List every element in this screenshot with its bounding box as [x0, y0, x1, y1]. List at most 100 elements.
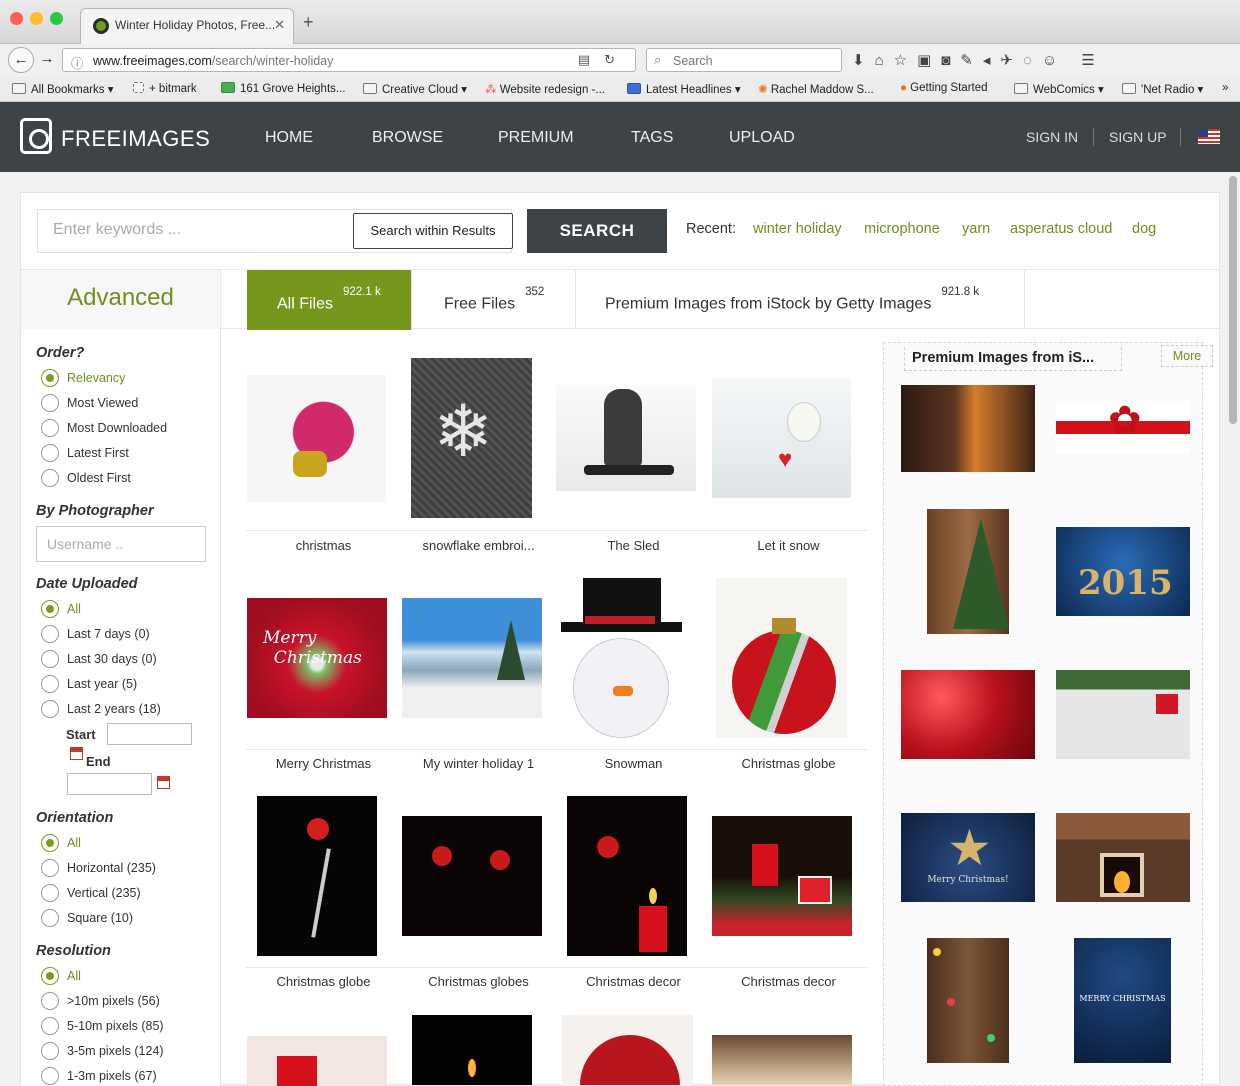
- browser-search-input[interactable]: ⌕ Search: [646, 48, 842, 72]
- result-photo[interactable]: [247, 1036, 387, 1086]
- radio-icon[interactable]: [41, 394, 59, 412]
- nav-home[interactable]: HOME: [265, 129, 313, 147]
- calendar-icon[interactable]: [70, 747, 83, 760]
- recent-search-link[interactable]: asperatus cloud: [1010, 221, 1112, 237]
- result-photo[interactable]: [562, 1015, 693, 1085]
- result-title[interactable]: Merry Christmas: [246, 756, 401, 771]
- radio-icon[interactable]: [41, 600, 59, 618]
- date-option[interactable]: All: [41, 600, 81, 618]
- bookmarks-overflow-icon[interactable]: »: [1222, 82, 1228, 94]
- recent-search-link[interactable]: winter holiday: [753, 221, 842, 237]
- nav-browse[interactable]: BROWSE: [372, 129, 443, 147]
- url-bar[interactable]: ⓘ www.freeimages.com/search/winter-holid…: [62, 48, 636, 72]
- orientation-option[interactable]: Square (10): [41, 909, 133, 927]
- radio-icon[interactable]: [41, 625, 59, 643]
- info-icon[interactable]: ⓘ: [71, 53, 84, 72]
- result-photo[interactable]: [561, 578, 682, 738]
- result-photo[interactable]: [556, 385, 696, 491]
- result-photo[interactable]: Merry Christmas: [247, 598, 387, 718]
- order-option[interactable]: Most Viewed: [41, 394, 138, 412]
- radio-icon[interactable]: [41, 1042, 59, 1060]
- resolution-option[interactable]: >10m pixels (56): [41, 992, 160, 1010]
- date-option[interactable]: Last 2 years (18): [41, 700, 161, 718]
- scrollbar-thumb[interactable]: [1229, 176, 1237, 424]
- advanced-toggle[interactable]: Advanced: [21, 270, 221, 330]
- camera-logo-icon[interactable]: [20, 118, 52, 154]
- result-title[interactable]: Christmas decor: [711, 974, 866, 989]
- order-option[interactable]: Oldest First: [41, 469, 131, 487]
- premium-photo[interactable]: 2015: [1056, 527, 1190, 616]
- result-photo[interactable]: [716, 578, 847, 738]
- premium-photo[interactable]: [901, 385, 1035, 472]
- calendar-icon[interactable]: [157, 776, 170, 789]
- result-title[interactable]: Christmas globes: [401, 974, 556, 989]
- radio-icon[interactable]: [41, 859, 59, 877]
- radio-icon[interactable]: [41, 650, 59, 668]
- bookmark-item[interactable]: Creative Cloud ▾: [363, 82, 467, 96]
- radio-icon[interactable]: [41, 834, 59, 852]
- bookmark-item[interactable]: ● Getting Started: [900, 82, 988, 94]
- premium-photo[interactable]: [927, 938, 1009, 1063]
- radio-icon[interactable]: [41, 909, 59, 927]
- radio-icon[interactable]: [41, 967, 59, 985]
- zoom-window-button[interactable]: [50, 12, 63, 25]
- bookmark-item[interactable]: ⁂ Website redesign -...: [485, 82, 605, 96]
- result-photo[interactable]: [712, 816, 852, 936]
- bookmark-item[interactable]: ✺ Rachel Maddow S...: [758, 82, 874, 96]
- toolbar-icons[interactable]: ⬇⌂☆▣◙✎◂✈◌☺ ☰: [852, 51, 1105, 69]
- recent-search-link[interactable]: microphone: [864, 221, 940, 237]
- radio-icon[interactable]: [41, 1067, 59, 1085]
- result-title[interactable]: christmas: [246, 538, 401, 553]
- radio-icon[interactable]: [41, 369, 59, 387]
- radio-icon[interactable]: [41, 1017, 59, 1035]
- result-photo[interactable]: [402, 598, 542, 718]
- premium-photo[interactable]: [1056, 670, 1190, 759]
- bookmark-item[interactable]: 'Net Radio ▾: [1122, 82, 1203, 96]
- result-photo[interactable]: [412, 1015, 532, 1085]
- bookmark-item[interactable]: 161 Grove Heights...: [221, 82, 345, 95]
- nav-upload[interactable]: UPLOAD: [729, 129, 795, 147]
- result-title[interactable]: Christmas globe: [246, 974, 401, 989]
- result-photo[interactable]: [257, 796, 377, 956]
- result-photo[interactable]: [567, 796, 687, 956]
- premium-photo[interactable]: ✿: [1056, 401, 1190, 454]
- new-tab-icon[interactable]: +: [303, 12, 314, 33]
- premium-photo[interactable]: [901, 670, 1035, 759]
- bookmark-item[interactable]: All Bookmarks ▾: [12, 82, 113, 96]
- us-flag-icon[interactable]: [1198, 129, 1220, 144]
- radio-icon[interactable]: [41, 884, 59, 902]
- resolution-option[interactable]: 3-5m pixels (124): [41, 1042, 164, 1060]
- resolution-option[interactable]: All: [41, 967, 81, 985]
- radio-icon[interactable]: [41, 419, 59, 437]
- radio-icon[interactable]: [41, 444, 59, 462]
- search-button[interactable]: SEARCH: [527, 209, 667, 253]
- radio-icon[interactable]: [41, 992, 59, 1010]
- tab-free-files[interactable]: Free Files352: [412, 270, 576, 330]
- premium-photo[interactable]: [1056, 813, 1190, 902]
- result-photo[interactable]: [712, 1035, 852, 1085]
- bookmark-item[interactable]: Latest Headlines ▾: [627, 82, 741, 96]
- resolution-option[interactable]: 1-3m pixels (67): [41, 1067, 157, 1085]
- premium-photo[interactable]: MERRY CHRISTMAS: [1074, 938, 1171, 1063]
- back-button[interactable]: ←: [8, 47, 34, 73]
- result-title[interactable]: Snowman: [556, 756, 711, 771]
- radio-icon[interactable]: [41, 675, 59, 693]
- date-option[interactable]: Last 30 days (0): [41, 650, 157, 668]
- minimize-window-button[interactable]: [30, 12, 43, 25]
- order-option[interactable]: Most Downloaded: [41, 419, 167, 437]
- result-title[interactable]: Christmas decor: [556, 974, 711, 989]
- result-photo[interactable]: [402, 816, 542, 936]
- bookmark-item[interactable]: + bitmark: [133, 82, 197, 95]
- recent-search-link[interactable]: yarn: [962, 221, 990, 237]
- result-photo[interactable]: ♥: [712, 378, 851, 498]
- orientation-option[interactable]: Horizontal (235): [41, 859, 156, 877]
- result-title[interactable]: The Sled: [556, 538, 711, 553]
- result-photo[interactable]: ❄: [411, 358, 532, 518]
- result-title[interactable]: My winter holiday 1: [401, 756, 556, 771]
- order-option[interactable]: Relevancy: [41, 369, 125, 387]
- premium-photo[interactable]: [927, 509, 1009, 634]
- orientation-option[interactable]: All: [41, 834, 81, 852]
- sign-up-link[interactable]: SIGN UP: [1109, 129, 1167, 145]
- page-scrollbar[interactable]: [1226, 172, 1240, 1085]
- close-window-button[interactable]: [10, 12, 23, 25]
